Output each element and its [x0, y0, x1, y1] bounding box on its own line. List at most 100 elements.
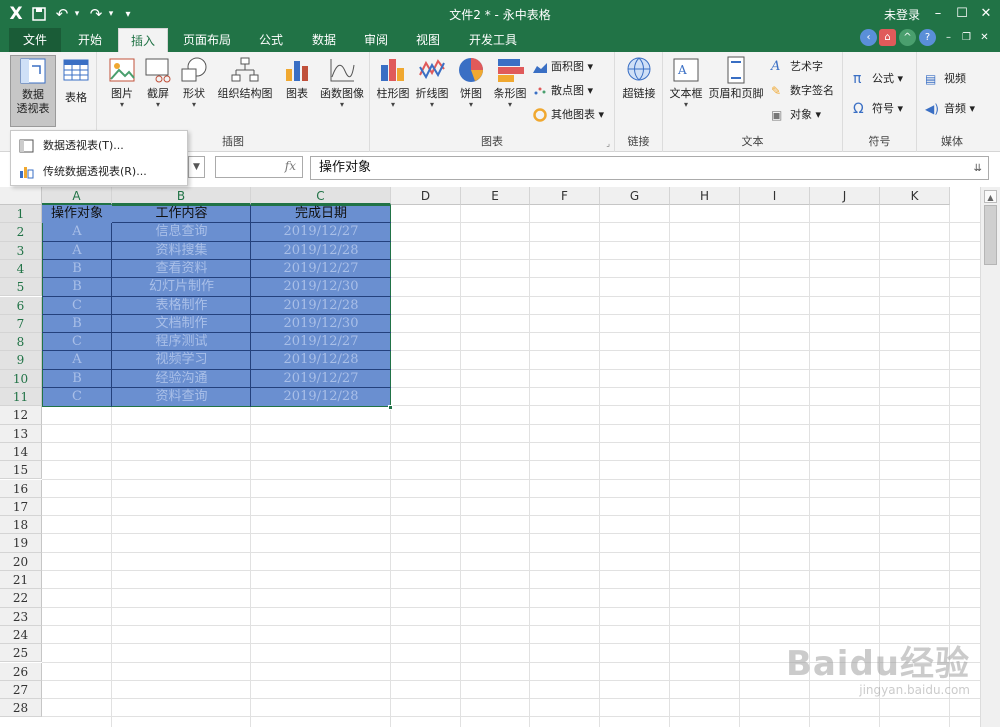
table-header-cell[interactable]: 操作对象	[42, 205, 112, 223]
table-cell[interactable]: B	[42, 278, 112, 296]
maximize-button[interactable]: ☐	[951, 4, 973, 24]
row-header-11[interactable]: 11	[0, 388, 42, 407]
name-box-dropdown-icon[interactable]: ▼	[188, 156, 205, 178]
table-cell[interactable]: C	[42, 333, 112, 351]
table-cell[interactable]: 资料搜集	[112, 242, 251, 260]
column-header-k[interactable]: K	[880, 187, 950, 205]
row-header-15[interactable]: 15	[0, 461, 42, 480]
doc-close-icon[interactable]: ✕	[976, 29, 993, 46]
doc-restore-icon[interactable]: ❐	[958, 29, 975, 46]
row-header-6[interactable]: 6	[0, 296, 42, 315]
video-button[interactable]: ▤ 视频	[925, 69, 966, 89]
table-cell[interactable]: A	[42, 242, 112, 260]
org-chart-button[interactable]: 组织结构图	[215, 55, 275, 101]
fill-handle[interactable]	[388, 405, 393, 410]
row-header-19[interactable]: 19	[0, 534, 42, 553]
expand-formula-bar-icon[interactable]: ⇊	[974, 158, 982, 180]
row-header-4[interactable]: 4	[0, 259, 42, 279]
tab-review[interactable]: 审阅	[351, 28, 401, 52]
tab-home[interactable]: 开始	[65, 28, 115, 52]
menu-item-classic-pivot-table[interactable]: 传统数据透视表(R)...	[11, 159, 187, 185]
table-cell[interactable]: 2019/12/28	[251, 388, 391, 406]
menu-item-pivot-table[interactable]: 数据透视表(T)...	[11, 133, 187, 159]
row-header-1[interactable]: 1	[0, 205, 42, 224]
line-chart-button[interactable]: 折线图 ▾	[412, 55, 452, 109]
minimize-button[interactable]: –	[927, 4, 949, 24]
row-header-24[interactable]: 24	[0, 625, 42, 645]
function-chart-button[interactable]: 函数图像 ▾	[317, 55, 367, 109]
row-header-20[interactable]: 20	[0, 552, 42, 571]
table-cell[interactable]: 2019/12/27	[251, 260, 391, 278]
table-cell[interactable]: 2019/12/28	[251, 242, 391, 260]
column-header-d[interactable]: D	[391, 187, 461, 205]
table-cell[interactable]: C	[42, 297, 112, 315]
column-header-a[interactable]: A	[42, 187, 112, 205]
row-header-5[interactable]: 5	[0, 278, 42, 297]
bar-chart-button[interactable]: 条形图 ▾	[490, 55, 530, 109]
table-cell[interactable]: 幻灯片制作	[112, 278, 251, 296]
table-cell[interactable]: 2019/12/28	[251, 351, 391, 369]
table-cell[interactable]: 经验沟通	[112, 370, 251, 388]
row-header-26[interactable]: 26	[0, 662, 42, 681]
row-header-10[interactable]: 10	[0, 369, 42, 388]
login-status[interactable]: 未登录	[884, 6, 920, 23]
shape-button[interactable]: 形状 ▾	[179, 55, 209, 109]
home-icon[interactable]: ⌂	[879, 29, 896, 46]
other-chart-button[interactable]: 其他图表 ▾	[532, 105, 604, 125]
table-cell[interactable]: 2019/12/27	[251, 333, 391, 351]
column-header-f[interactable]: F	[530, 187, 600, 205]
object-button[interactable]: ▣ 对象 ▾	[771, 105, 821, 125]
row-header-17[interactable]: 17	[0, 497, 42, 517]
table-header-cell[interactable]: 完成日期	[251, 205, 391, 223]
table-cell[interactable]: B	[42, 370, 112, 388]
fx-button[interactable]: fx	[215, 156, 303, 178]
header-footer-button[interactable]: 页眉和页脚	[706, 55, 766, 101]
doc-minimize-icon[interactable]: –	[940, 29, 957, 46]
row-header-23[interactable]: 23	[0, 607, 42, 626]
table-cell[interactable]: 资料查询	[112, 388, 251, 406]
tab-insert[interactable]: 插入	[118, 28, 168, 53]
row-header-9[interactable]: 9	[0, 351, 42, 370]
table-header-cell[interactable]: 工作内容	[112, 205, 251, 223]
collapse-ribbon-icon[interactable]: ^	[899, 29, 916, 46]
pie-chart-button[interactable]: 饼图 ▾	[454, 55, 488, 109]
table-cell[interactable]: B	[42, 260, 112, 278]
vertical-scrollbar[interactable]: ▲	[980, 187, 1000, 727]
table-cell[interactable]: 文档制作	[112, 315, 251, 333]
table-button[interactable]: 表格	[60, 55, 92, 105]
row-header-27[interactable]: 27	[0, 680, 42, 700]
formula-input[interactable]: 操作对象 ⇊	[310, 156, 989, 180]
help-icon[interactable]: ?	[919, 29, 936, 46]
row-header-21[interactable]: 21	[0, 571, 42, 590]
digital-signature-button[interactable]: ✎ 数字签名	[771, 81, 834, 101]
column-header-g[interactable]: G	[600, 187, 670, 205]
row-header-12[interactable]: 12	[0, 406, 42, 425]
row-header-28[interactable]: 28	[0, 699, 42, 718]
symbol-button[interactable]: Ω 符号 ▾	[853, 99, 903, 119]
back-icon[interactable]: ‹	[860, 29, 877, 46]
table-cell[interactable]: 查看资料	[112, 260, 251, 278]
table-cell[interactable]: B	[42, 315, 112, 333]
table-cell[interactable]: 信息查询	[112, 223, 251, 241]
hyperlink-button[interactable]: 超链接	[619, 55, 659, 101]
pivot-table-button[interactable]: 数据 透视表	[10, 55, 56, 127]
tab-developer[interactable]: 开发工具	[458, 28, 528, 52]
chart-button[interactable]: 图表	[281, 55, 313, 101]
column-header-e[interactable]: E	[461, 187, 530, 205]
tab-view[interactable]: 视图	[403, 28, 453, 52]
column-header-c[interactable]: C	[251, 187, 391, 205]
close-button[interactable]: ✕	[975, 4, 997, 24]
row-header-8[interactable]: 8	[0, 333, 42, 352]
row-header-16[interactable]: 16	[0, 479, 42, 498]
select-all-corner[interactable]	[0, 187, 42, 205]
table-cell[interactable]: 程序测试	[112, 333, 251, 351]
row-header-18[interactable]: 18	[0, 516, 42, 535]
column-header-h[interactable]: H	[670, 187, 740, 205]
screenshot-button[interactable]: 截屏 ▾	[143, 55, 173, 109]
row-header-3[interactable]: 3	[0, 241, 42, 260]
row-header-25[interactable]: 25	[0, 644, 42, 663]
wordart-button[interactable]: A 艺术字	[771, 57, 823, 77]
table-cell[interactable]: 2019/12/30	[251, 278, 391, 296]
row-header-2[interactable]: 2	[0, 223, 42, 242]
scatter-chart-button[interactable]: 散点图 ▾	[532, 81, 593, 101]
